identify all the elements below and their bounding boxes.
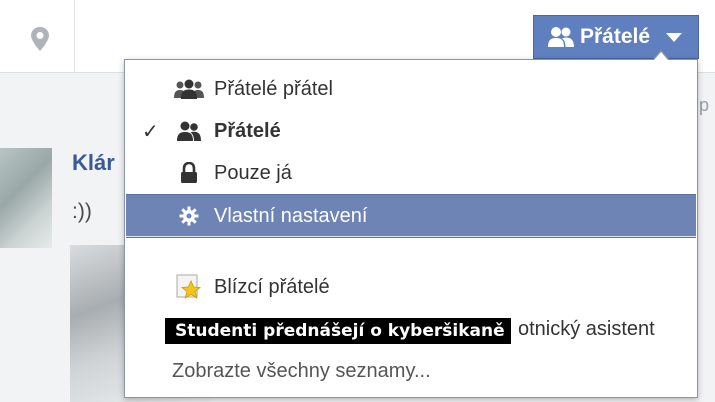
location-pin-icon[interactable]: [30, 26, 50, 52]
star-icon: [174, 274, 204, 299]
menu-item-friends-of-friends[interactable]: Přátelé přátel: [126, 68, 696, 110]
checkmark-icon: ✓: [142, 120, 159, 143]
friends-icon: [174, 119, 204, 143]
menu-item-label: Pouze já: [214, 161, 292, 184]
friends-icon: [548, 26, 574, 48]
divider: [74, 0, 75, 72]
menu-divider: [126, 236, 696, 237]
menu-item-only-me[interactable]: Pouze já: [126, 152, 696, 194]
video-caption: Studenti přednášejí o kyberšikaně: [165, 318, 511, 344]
menu-item-close-friends[interactable]: Blízcí přátelé: [126, 266, 696, 308]
lock-icon: [174, 161, 204, 185]
menu-item-label: Blízcí přátelé: [214, 275, 330, 298]
menu-item-friends[interactable]: ✓ Přátelé: [126, 110, 696, 152]
menu-item-custom[interactable]: Vlastní nastavení: [126, 194, 696, 238]
friends-of-friends-icon: [174, 77, 204, 101]
show-all-lists-link[interactable]: Zobrazte všechny seznamy...: [126, 350, 696, 392]
gear-icon: [174, 204, 204, 228]
menu-item-label: Přátelé: [214, 119, 281, 142]
post-author-name[interactable]: Klár: [72, 150, 115, 176]
privacy-selector-label: Přátelé: [580, 25, 651, 48]
menu-item-label: Přátelé přátel: [214, 77, 333, 100]
post-text: :)): [72, 200, 92, 223]
cut-off-text: p: [699, 95, 710, 115]
menu-pointer-fill: [654, 52, 668, 60]
post-author-photo[interactable]: [0, 148, 52, 248]
privacy-selector-button[interactable]: Přátelé: [533, 15, 699, 59]
menu-item-label: otnický asistent: [518, 317, 655, 340]
chevron-down-icon: [666, 33, 682, 42]
show-all-lists-label: Zobrazte všechny seznamy...: [172, 359, 431, 382]
menu-item-label: Vlastní nastavení: [214, 204, 368, 227]
privacy-dropdown-menu: Přátelé přátel ✓ Přátelé Pouze já Vlastn…: [124, 59, 698, 398]
